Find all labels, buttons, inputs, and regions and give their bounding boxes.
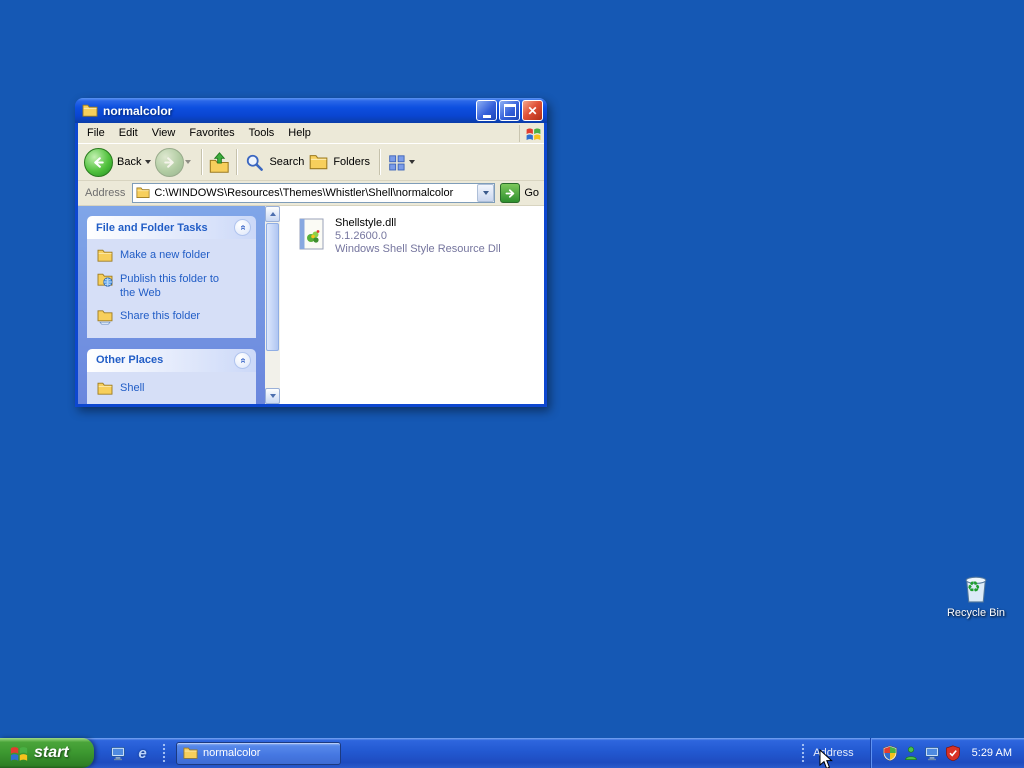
search-label: Search [269, 156, 305, 168]
back-icon [84, 147, 113, 177]
task-pane: File and Folder Tasks « Make a new folde… [78, 206, 265, 404]
security-center-shield-icon[interactable] [882, 745, 898, 761]
deskband-grip[interactable] [801, 743, 807, 763]
forward-button[interactable] [155, 147, 195, 177]
address-folder-icon [136, 187, 150, 198]
make-new-folder-link[interactable]: Make a new folder [97, 249, 252, 264]
desktop[interactable]: normalcolor ✕ File Edit View Favorites T… [0, 0, 1024, 768]
publish-folder-link[interactable]: Publish this folder to the Web [97, 273, 252, 301]
address-deskband[interactable]: Address [801, 743, 869, 763]
menu-favorites[interactable]: Favorites [182, 124, 241, 142]
back-dropdown-icon[interactable] [145, 160, 152, 164]
close-button[interactable]: ✕ [522, 100, 543, 121]
shell-place-link[interactable]: Shell [97, 382, 252, 397]
go-label: Go [524, 187, 539, 199]
file-folder-tasks-section: File and Folder Tasks « Make a new folde… [87, 216, 256, 338]
system-tray: 5:29 AM [869, 738, 1024, 768]
address-input[interactable]: C:\WINDOWS\Resources\Themes\Whistler\She… [132, 183, 496, 203]
views-icon [386, 151, 408, 173]
address-label: Address [85, 187, 126, 199]
file-version: 5.1.2600.0 [335, 230, 387, 243]
network-icon[interactable] [924, 745, 940, 761]
maximize-button[interactable] [499, 100, 520, 121]
messenger-icon[interactable] [903, 745, 919, 761]
start-label: start [34, 744, 69, 761]
minimize-button[interactable] [476, 100, 497, 121]
search-button[interactable]: Search [243, 151, 307, 173]
section-header[interactable]: Other Places « [87, 348, 256, 372]
scroll-track[interactable] [265, 222, 280, 388]
window-title: normalcolor [103, 103, 173, 118]
address-bar: Address C:\WINDOWS\Resources\Themes\Whis… [78, 181, 544, 206]
window-body: File and Folder Tasks « Make a new folde… [78, 206, 544, 404]
chevron-up-icon[interactable]: « [234, 351, 251, 369]
task-pane-scrollbar[interactable] [265, 206, 280, 404]
folder-icon [183, 747, 198, 759]
menu-file[interactable]: File [80, 124, 112, 142]
menu-help[interactable]: Help [281, 124, 318, 142]
show-desktop-icon[interactable] [109, 745, 126, 762]
quick-launch: e [109, 745, 151, 762]
shellstyle-file-icon [299, 218, 324, 250]
scroll-up-button[interactable] [265, 206, 280, 222]
titlebar-folder-icon [82, 104, 98, 117]
section-title: File and Folder Tasks [96, 221, 208, 234]
start-button[interactable]: start [0, 738, 94, 768]
recycle-bin-icon[interactable]: ♻ Recycle Bin [939, 571, 1013, 619]
titlebar[interactable]: normalcolor ✕ [75, 98, 547, 123]
section-title: Other Places [96, 354, 164, 366]
explorer-window: normalcolor ✕ File Edit View Favorites T… [75, 98, 547, 407]
menu-tools[interactable]: Tools [242, 124, 282, 142]
taskbar-button-label: normalcolor [203, 747, 261, 759]
other-places-section: Other Places « Shell [87, 348, 256, 404]
publish-web-icon [97, 273, 113, 287]
section-header[interactable]: File and Folder Tasks « [87, 216, 256, 239]
toolbar: Back Search Folders [78, 143, 544, 181]
file-description: Windows Shell Style Resource Dll [335, 243, 501, 256]
up-button[interactable] [208, 151, 230, 173]
taskbar-button-normalcolor[interactable]: normalcolor [176, 741, 341, 765]
folders-icon [307, 151, 329, 173]
menu-edit[interactable]: Edit [112, 124, 145, 142]
internet-explorer-icon[interactable]: e [134, 745, 151, 762]
menu-view[interactable]: View [145, 124, 183, 142]
windows-logo-icon [519, 124, 542, 142]
recycle-bin-label: Recycle Bin [946, 607, 1006, 619]
share-folder-icon [97, 309, 113, 325]
address-path[interactable]: C:\WINDOWS\Resources\Themes\Whistler\She… [154, 187, 477, 199]
forward-icon [155, 147, 185, 177]
search-icon [243, 151, 265, 173]
windows-flag-icon [10, 747, 28, 761]
go-button[interactable]: Go [500, 183, 539, 203]
back-label: Back [117, 156, 142, 168]
file-list[interactable]: Shellstyle.dll 5.1.2600.0 Windows Shell … [280, 206, 544, 404]
new-folder-icon [97, 249, 113, 262]
forward-dropdown-icon[interactable] [185, 160, 192, 164]
back-button[interactable]: Back [84, 147, 155, 177]
taskbar-grip[interactable] [162, 743, 167, 763]
window-frame: File Edit View Favorites Tools Help Back [75, 123, 547, 407]
views-button[interactable] [386, 151, 419, 173]
views-dropdown-icon[interactable] [409, 160, 416, 164]
address-dropdown-button[interactable] [477, 184, 495, 202]
toolbar-separator [236, 149, 238, 175]
toolbar-separator [379, 149, 381, 175]
folders-button[interactable]: Folders [307, 151, 373, 173]
file-name: Shellstyle.dll [335, 217, 397, 229]
file-tile-shellstyle[interactable]: Shellstyle.dll 5.1.2600.0 Windows Shell … [293, 217, 533, 257]
recycle-symbol: ♻ [967, 578, 981, 596]
folders-label: Folders [333, 156, 371, 168]
chevron-up-icon[interactable]: « [234, 219, 251, 236]
menu-bar: File Edit View Favorites Tools Help [78, 123, 544, 143]
taskbar: start e normalcolor Address 5:29 AM [0, 738, 1024, 768]
scroll-thumb[interactable] [266, 223, 279, 351]
toolbar-separator [201, 149, 203, 175]
scroll-down-button[interactable] [265, 388, 280, 404]
mouse-cursor [819, 749, 833, 768]
share-folder-link[interactable]: Share this folder [97, 310, 252, 325]
antivirus-shield-icon[interactable] [945, 745, 961, 761]
go-arrow-icon [500, 183, 521, 203]
folder-icon [97, 382, 113, 395]
taskbar-clock[interactable]: 5:29 AM [972, 747, 1012, 759]
